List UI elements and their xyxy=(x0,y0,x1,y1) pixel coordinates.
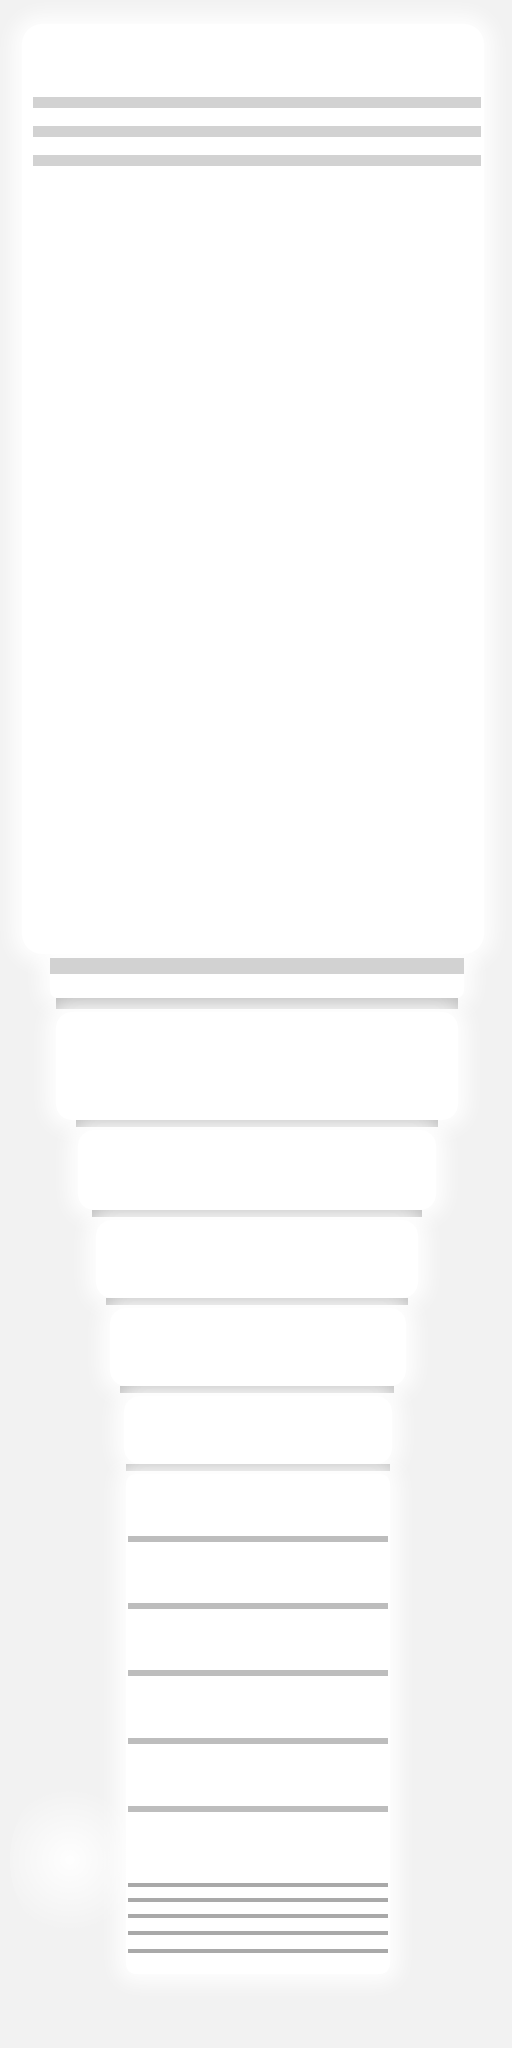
bottom-line-5 xyxy=(128,1949,388,1953)
bottom-line-1 xyxy=(128,1883,388,1887)
bottom-line-4 xyxy=(128,1931,388,1935)
tier-3 xyxy=(78,1130,436,1210)
tier-4 xyxy=(96,1220,418,1298)
lower-divider-1 xyxy=(128,1536,388,1542)
tier-5 xyxy=(110,1308,406,1386)
lower-divider-2 xyxy=(128,1603,388,1609)
tier-6 xyxy=(124,1396,392,1464)
tier-5-divider xyxy=(120,1386,394,1393)
top-card-bar-3 xyxy=(33,155,481,166)
lower-divider-5 xyxy=(128,1806,388,1812)
lower-divider-3 xyxy=(128,1670,388,1676)
tier-2-divider xyxy=(76,1120,438,1127)
tier-4-divider xyxy=(106,1298,408,1305)
glow-bottom-left xyxy=(10,1780,130,1940)
tier-1-divider xyxy=(56,998,458,1009)
top-card-bar-1 xyxy=(33,97,481,108)
tier-2 xyxy=(56,1012,458,1120)
tier-1-bar xyxy=(50,958,464,974)
lower-divider-4 xyxy=(128,1738,388,1744)
bottom-line-2 xyxy=(128,1898,388,1902)
bottom-line-3 xyxy=(128,1914,388,1918)
top-card-bar-2 xyxy=(33,126,481,137)
tier-6-divider xyxy=(126,1464,390,1471)
tier-3-divider xyxy=(92,1210,422,1217)
